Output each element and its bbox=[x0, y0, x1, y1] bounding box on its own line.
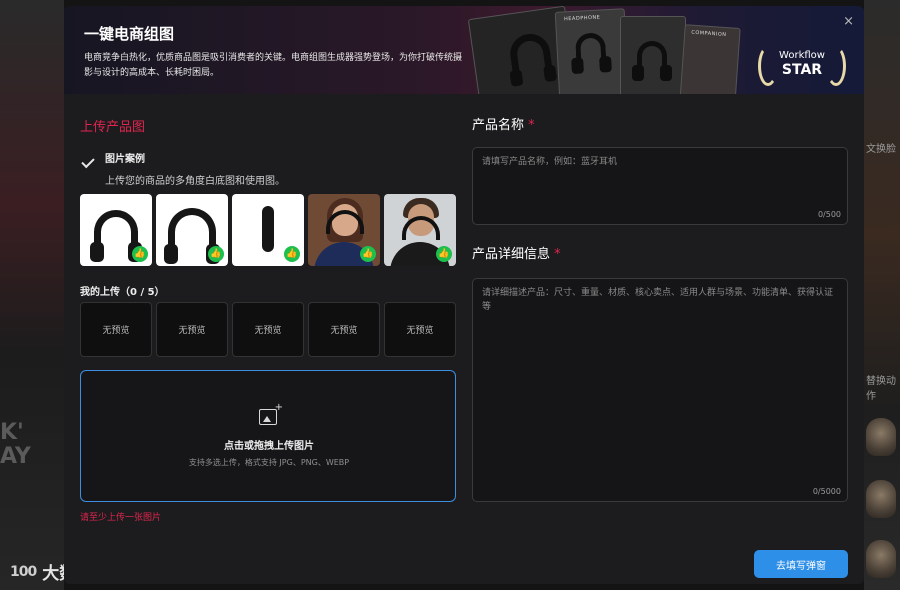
headphone-side-icon bbox=[262, 206, 274, 252]
collage-tag: HEADPHONE bbox=[563, 14, 601, 23]
product-detail-textarea[interactable]: 请详细描述产品：尺寸、重量、材质、核心卖点、适用人群与场景、功能清单、获得认证等… bbox=[472, 278, 848, 502]
upload-slot-5[interactable]: 无预览 bbox=[384, 302, 456, 357]
required-mark: * bbox=[528, 118, 535, 133]
my-upload-label: 我的上传（0 / 5） bbox=[80, 287, 165, 298]
background-face-thumb bbox=[866, 418, 896, 456]
background-face-thumb bbox=[866, 480, 896, 518]
check-icon bbox=[81, 154, 95, 169]
like-icon[interactable]: 👍 bbox=[132, 246, 148, 262]
upload-slot-2[interactable]: 无预览 bbox=[156, 302, 228, 357]
upload-slot-1[interactable]: 无预览 bbox=[80, 302, 152, 357]
product-name-input[interactable]: 请填写产品名称，例如：蓝牙耳机 0/500 bbox=[472, 147, 848, 225]
like-icon[interactable]: 👍 bbox=[208, 246, 224, 262]
collage-tag: COMPANION bbox=[691, 29, 727, 39]
upload-section-title: 上传产品图 bbox=[80, 120, 146, 135]
upload-slot-3[interactable]: 无预览 bbox=[232, 302, 304, 357]
badge-line1: Workflow bbox=[779, 50, 825, 61]
product-detail-label: 产品详细信息 * bbox=[472, 247, 561, 262]
collage-card: HEADPHONE bbox=[554, 8, 630, 94]
like-icon[interactable]: 👍 bbox=[436, 246, 452, 262]
example-title: 图片案例 bbox=[105, 154, 145, 165]
banner-collage-image: HEADPHONE COMPANION bbox=[462, 6, 742, 94]
close-icon[interactable]: × bbox=[843, 14, 854, 29]
example-thumb-1[interactable]: 👍 bbox=[80, 194, 152, 266]
background-face-thumb bbox=[866, 540, 896, 578]
product-detail-char-count: 0/5000 bbox=[812, 487, 841, 496]
background-label-motion-swap: 替换动作 bbox=[866, 376, 896, 402]
required-mark: * bbox=[554, 247, 561, 262]
dropzone-subtitle: 支持多选上传，格式支持 JPG、PNG、WEBP bbox=[188, 458, 350, 467]
modal-title: 一键电商组图 bbox=[84, 25, 175, 43]
modal-description: 电商竞争白热化，优质商品图是吸引消费者的关键。电商组图生成器强势登场，为你打破传… bbox=[84, 53, 463, 78]
example-thumb-5[interactable]: 👍 bbox=[384, 194, 456, 266]
product-name-placeholder: 请填写产品名称，例如：蓝牙耳机 bbox=[482, 157, 618, 167]
dropzone-title: 点击或拖拽上传图片 bbox=[224, 441, 314, 452]
product-detail-placeholder: 请详细描述产品：尺寸、重量、材质、核心卖点、适用人群与场景、功能清单、获得认证等 bbox=[482, 288, 834, 312]
watermark-logo: 100 bbox=[10, 563, 37, 580]
upload-error-message: 请至少上传一张图片 bbox=[80, 513, 162, 523]
collage-card: COMPANION bbox=[679, 24, 741, 94]
headphone-icon bbox=[164, 208, 220, 264]
background-big-text-2: AY bbox=[0, 444, 31, 469]
upload-slot-4[interactable]: 无预览 bbox=[308, 302, 380, 357]
example-thumb-3[interactable]: 👍 bbox=[232, 194, 304, 266]
workflow-star-badge: Workflow STAR bbox=[754, 42, 850, 90]
example-subtitle: 上传您的商品的多角度白底图和使用图。 bbox=[105, 176, 285, 187]
background-label-face-swap: 文换脸 bbox=[866, 144, 896, 155]
headphone-icon bbox=[574, 32, 607, 60]
like-icon[interactable]: 👍 bbox=[360, 246, 376, 262]
headphone-icon bbox=[507, 31, 553, 73]
background-big-text-1: K' bbox=[0, 420, 24, 445]
ecommerce-image-set-modal: 一键电商组图 电商竞争白热化，优质商品图是吸引消费者的关键。电商组图生成器强势登… bbox=[64, 6, 864, 584]
background-left-strip bbox=[0, 0, 64, 590]
headphone-icon bbox=[632, 41, 672, 81]
example-thumb-2[interactable]: 👍 bbox=[156, 194, 228, 266]
modal-banner: 一键电商组图 电商竞争白热化，优质商品图是吸引消费者的关键。电商组图生成器强势登… bbox=[64, 6, 864, 94]
image-upload-dropzone[interactable]: + 点击或拖拽上传图片 支持多选上传，格式支持 JPG、PNG、WEBP bbox=[80, 370, 456, 502]
product-name-label: 产品名称 * bbox=[472, 118, 535, 133]
submit-button[interactable]: 去填写弹窗 bbox=[754, 550, 848, 578]
image-upload-icon: + bbox=[259, 402, 283, 425]
like-icon[interactable]: 👍 bbox=[284, 246, 300, 262]
headphone-icon bbox=[90, 210, 142, 262]
example-thumb-4[interactable]: 👍 bbox=[308, 194, 380, 266]
product-name-char-count: 0/500 bbox=[817, 210, 841, 219]
badge-line2: STAR bbox=[781, 62, 823, 78]
collage-card bbox=[620, 16, 686, 94]
